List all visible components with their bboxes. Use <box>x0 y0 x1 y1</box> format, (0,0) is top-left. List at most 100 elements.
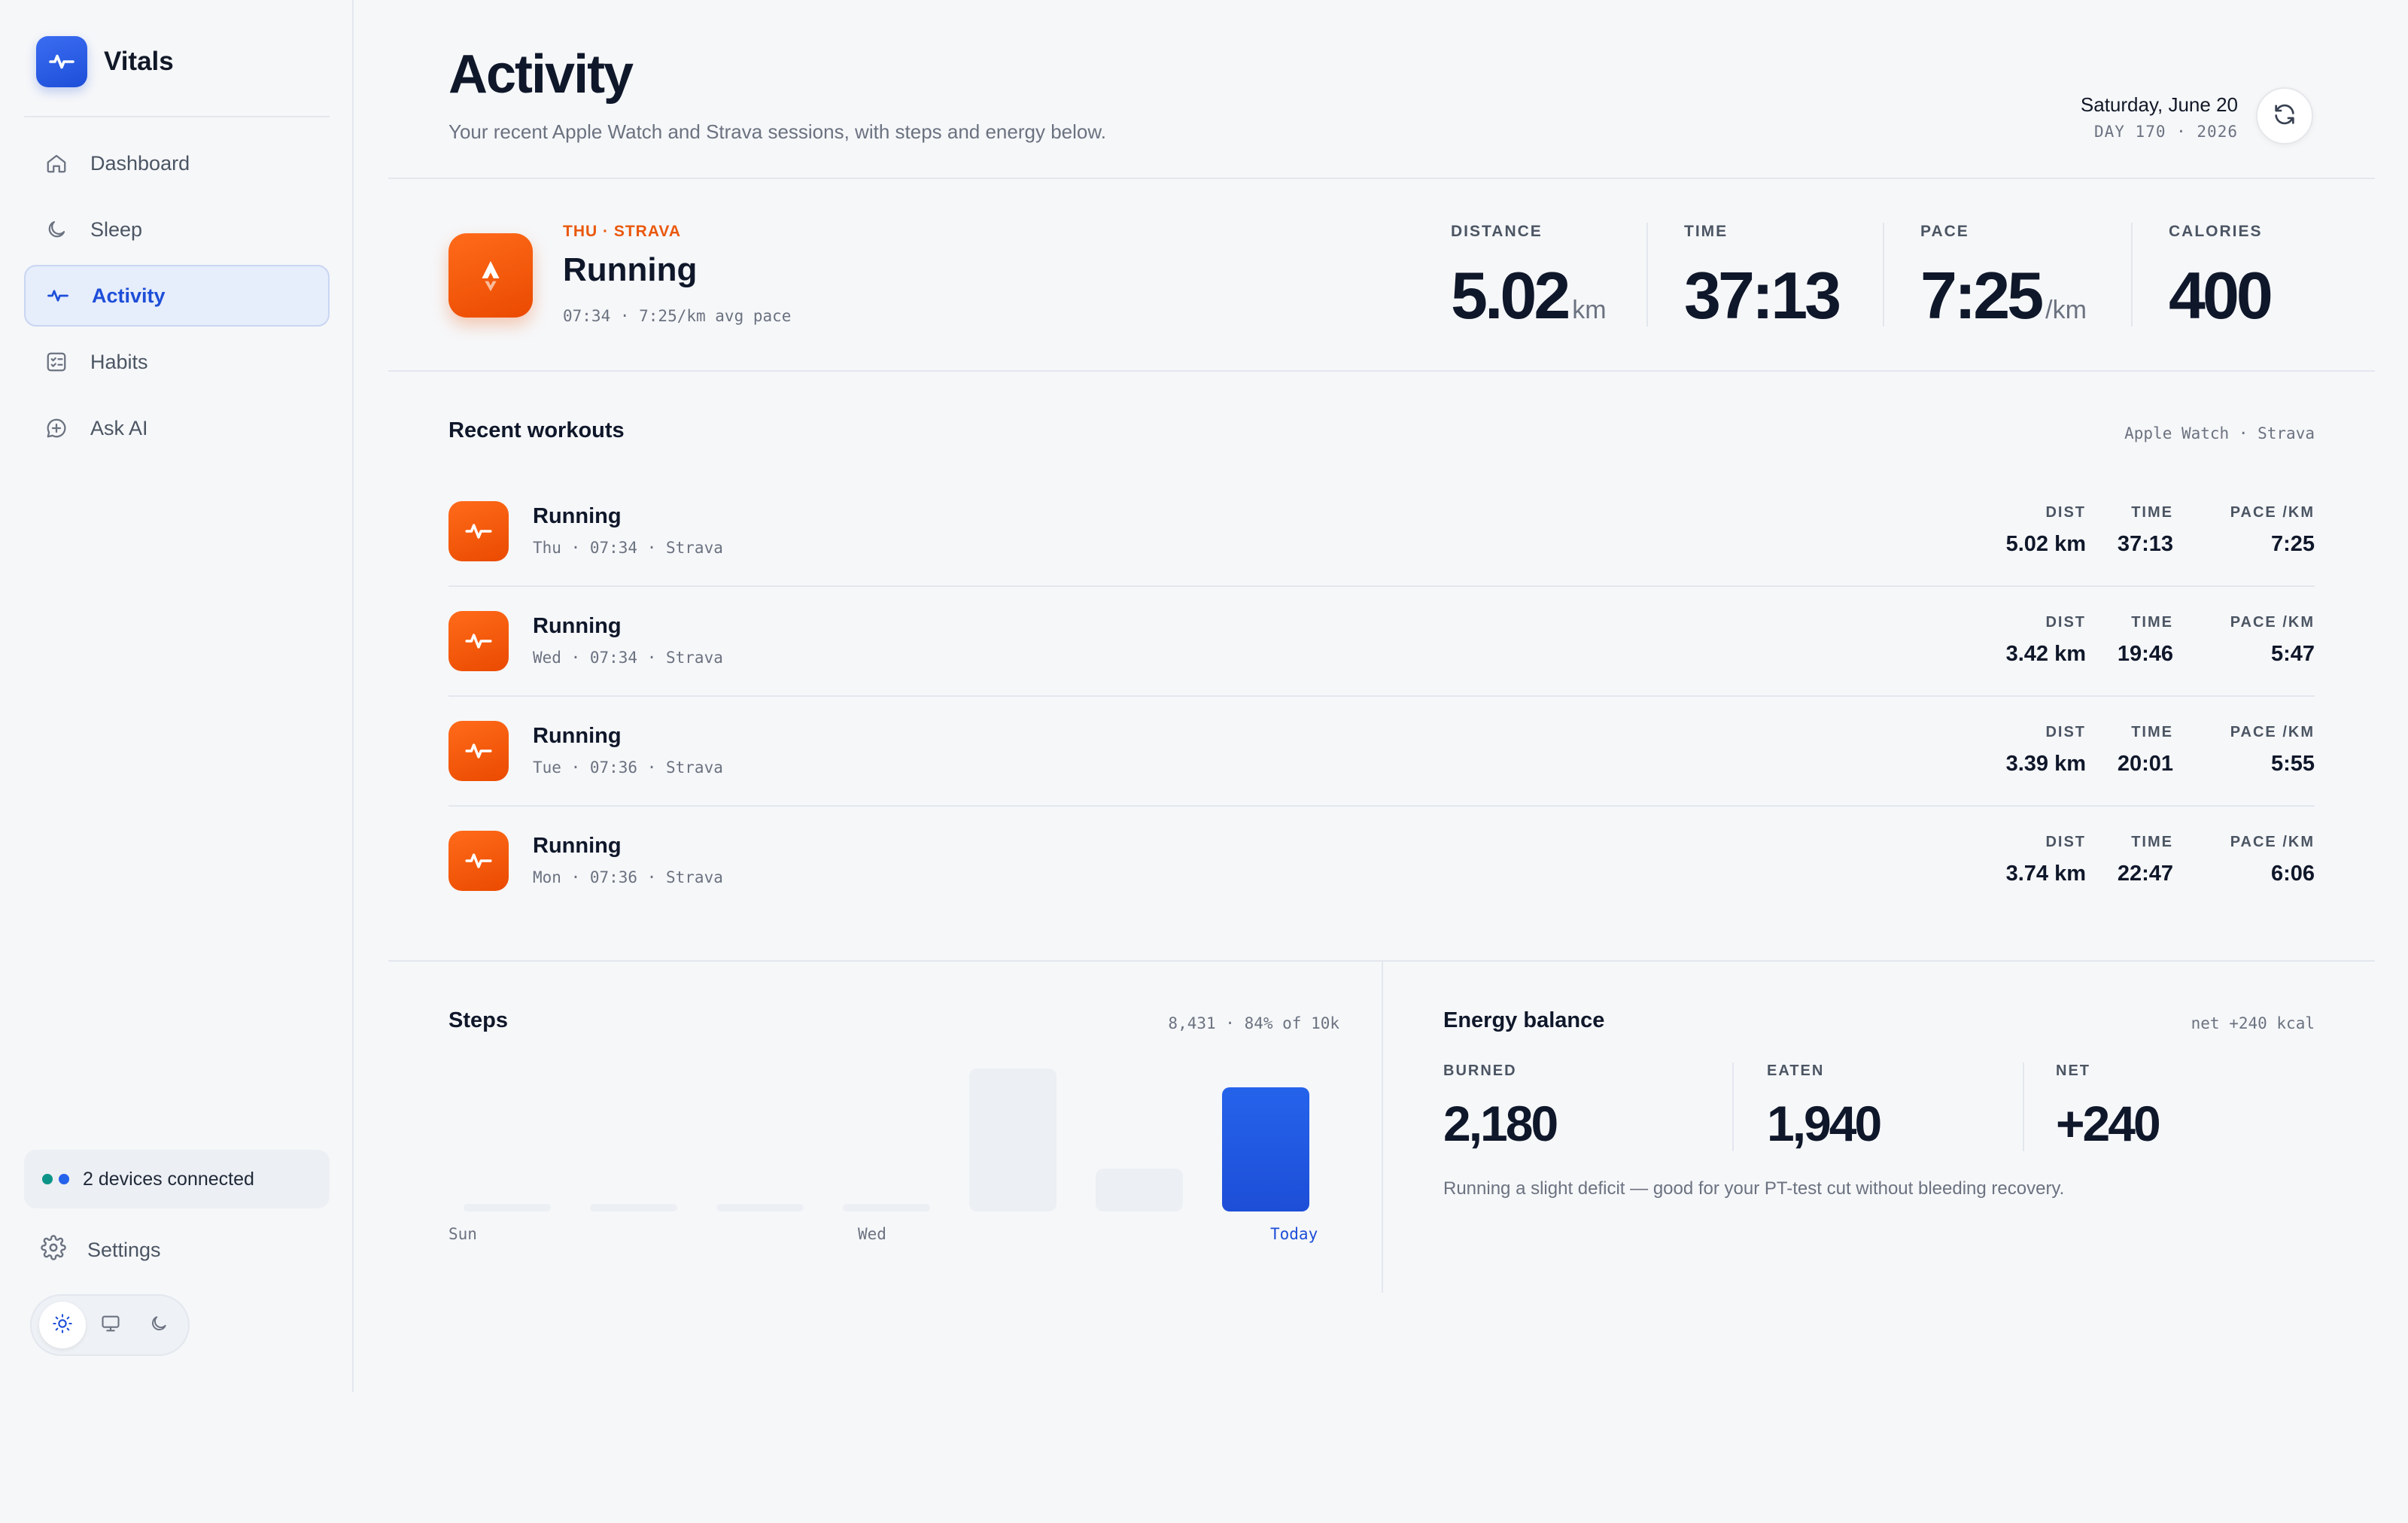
workout-time: 19:46 <box>2117 642 2173 666</box>
workout-pace: 5:47 <box>2270 642 2315 666</box>
workout-meta: Thu · 07:34 · Strava <box>533 539 723 557</box>
hero-eyebrow: THU · STRAVA <box>563 223 682 240</box>
steps-bar <box>1096 1169 1183 1211</box>
sun-icon <box>52 1313 73 1338</box>
steps-bar-today <box>1222 1087 1309 1211</box>
steps-bar <box>464 1204 551 1211</box>
energy-label: NET <box>2056 1062 2090 1079</box>
workout-distance: 5.02 km <box>2005 532 2086 556</box>
theme-dark-button[interactable] <box>135 1302 182 1348</box>
sidebar-nav: Dashboard Sleep Activity Habits Ask AI <box>24 132 330 464</box>
settings-label: Settings <box>87 1238 161 1261</box>
hero-title: Running <box>563 251 698 288</box>
page-subtitle: Your recent Apple Watch and Strava sessi… <box>448 120 1106 143</box>
energy-summary: net +240 kcal <box>2191 1014 2315 1032</box>
pulse-icon <box>448 721 509 781</box>
theme-light-button[interactable] <box>39 1302 86 1348</box>
stat-value: 400 <box>2169 258 2273 333</box>
chat-sparkle-icon <box>44 415 69 441</box>
workout-row[interactable]: Running Mon · 07:36 · Strava DIST 3.74 km… <box>448 807 2315 917</box>
sidebar-item-label: Activity <box>92 284 166 307</box>
workout-list: Running Thu · 07:34 · Strava DIST 5.02 km… <box>448 477 2315 917</box>
workout-title: Running <box>533 614 622 638</box>
theme-switch <box>30 1294 190 1356</box>
hero-meta: 07:34 · 7:25/km avg pace <box>563 307 792 325</box>
column-label: DIST <box>2045 504 2086 521</box>
date-display: Saturday, June 20 DAY 170 · 2026 <box>2081 93 2238 141</box>
workout-pace: 7:25 <box>2270 532 2315 556</box>
sidebar-item-habits[interactable]: Habits <box>24 331 330 393</box>
workout-title: Running <box>533 504 622 528</box>
sidebar-item-activity[interactable]: Activity <box>24 265 330 327</box>
refresh-button[interactable] <box>2256 87 2313 144</box>
divider <box>388 178 2375 179</box>
divider <box>1382 962 1383 1293</box>
workouts-source: Apple Watch · Strava <box>2124 424 2315 442</box>
workout-meta: Tue · 07:36 · Strava <box>533 758 723 777</box>
sidebar-item-sleep[interactable]: Sleep <box>24 199 330 260</box>
workouts-title: Recent workouts <box>448 418 625 442</box>
sidebar-item-ask-ai[interactable]: Ask AI <box>24 397 330 459</box>
energy-title: Energy balance <box>1443 1008 1605 1032</box>
stat-label: PACE <box>1920 223 1969 240</box>
steps-summary: 8,431 · 84% of 10k <box>1168 1014 1339 1032</box>
pulse-icon <box>448 831 509 891</box>
steps-bar <box>969 1069 1057 1211</box>
brand[interactable]: Vitals <box>36 36 174 87</box>
monitor-icon <box>100 1313 121 1338</box>
date-sub-label: DAY 170 · 2026 <box>2093 123 2238 141</box>
workout-meta: Wed · 07:34 · Strava <box>533 649 723 667</box>
refresh-icon <box>2272 102 2297 131</box>
strava-icon <box>448 233 533 318</box>
moon-icon <box>149 1314 169 1337</box>
stat-time: TIME 37:13 <box>1684 223 1841 334</box>
workout-title: Running <box>533 834 622 858</box>
stat-label: TIME <box>1684 223 1728 240</box>
steps-label-first: Sun <box>448 1225 477 1243</box>
column-label: PACE /KM <box>2230 504 2315 521</box>
divider <box>2131 223 2133 327</box>
energy-eaten: EATEN 1,940 <box>1767 1062 1882 1152</box>
pulse-icon <box>448 611 509 671</box>
devices-status[interactable]: 2 devices connected <box>24 1150 330 1208</box>
pulse-icon <box>45 283 71 309</box>
column-label: PACE /KM <box>2230 834 2315 850</box>
column-label: DIST <box>2045 614 2086 631</box>
column-label: TIME <box>2131 614 2173 631</box>
pulse-logo-icon <box>36 36 87 87</box>
energy-label: BURNED <box>1443 1062 1517 1079</box>
main-content: Activity Your recent Apple Watch and Str… <box>355 0 2408 1392</box>
stat-unit: km <box>1572 296 1607 324</box>
app-name: Vitals <box>104 47 174 76</box>
energy-value: 2,180 <box>1443 1096 1558 1151</box>
workout-meta: Mon · 07:36 · Strava <box>533 868 723 886</box>
column-label: PACE /KM <box>2230 614 2315 631</box>
workout-row[interactable]: Running Thu · 07:34 · Strava DIST 5.02 km… <box>448 477 2315 587</box>
home-icon <box>44 150 69 176</box>
column-label: DIST <box>2045 834 2086 850</box>
column-label: TIME <box>2131 834 2173 850</box>
date-label: Saturday, June 20 <box>2080 93 2238 116</box>
gear-icon <box>41 1234 66 1266</box>
divider <box>388 370 2375 372</box>
workout-time: 20:01 <box>2117 752 2173 776</box>
sidebar-item-label: Ask AI <box>90 416 148 439</box>
sidebar-item-dashboard[interactable]: Dashboard <box>24 132 330 194</box>
settings-button[interactable]: Settings <box>24 1219 330 1281</box>
workout-distance: 3.39 km <box>2005 752 2086 776</box>
theme-system-button[interactable] <box>87 1302 134 1348</box>
workout-row[interactable]: Running Wed · 07:34 · Strava DIST 3.42 km… <box>448 587 2315 697</box>
divider <box>24 116 330 117</box>
device-dot <box>59 1174 69 1184</box>
stat-value: 5.02 <box>1451 258 1570 333</box>
steps-chart <box>448 1053 1321 1211</box>
divider <box>2023 1062 2024 1151</box>
workout-row[interactable]: Running Tue · 07:36 · Strava DIST 3.39 km… <box>448 697 2315 807</box>
energy-label: EATEN <box>1767 1062 1825 1079</box>
energy-value: 1,940 <box>1767 1096 1882 1151</box>
pulse-icon <box>448 501 509 561</box>
stat-label: CALORIES <box>2169 223 2263 240</box>
stat-value: 7:25 <box>1920 258 2044 333</box>
workout-time: 22:47 <box>2117 862 2173 886</box>
steps-label-today: Today <box>1270 1225 1318 1243</box>
